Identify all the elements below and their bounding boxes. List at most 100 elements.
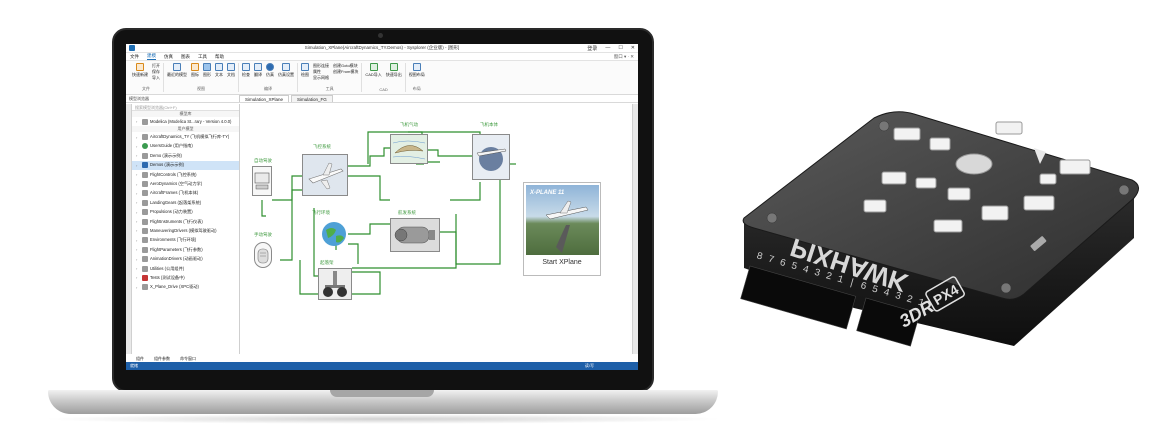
menu-help[interactable]: 帮助 bbox=[215, 54, 224, 60]
flight-system-block[interactable] bbox=[302, 154, 348, 196]
autopilot-block[interactable] bbox=[252, 166, 272, 196]
close-button[interactable]: ✕ bbox=[631, 45, 635, 52]
tab-component-params[interactable]: 组件参数 bbox=[154, 356, 170, 362]
chevron-right-icon[interactable]: › bbox=[136, 163, 140, 168]
svg-text:X-PLANE 11: X-PLANE 11 bbox=[529, 190, 565, 196]
show-grid-button[interactable]: 显示网格 bbox=[313, 75, 329, 81]
package-icon bbox=[142, 284, 148, 291]
chevron-right-icon[interactable]: › bbox=[136, 191, 140, 196]
diagram-view-button[interactable]: 图形 bbox=[203, 63, 211, 78]
chevron-right-icon[interactable]: › bbox=[136, 119, 140, 124]
status-bar: 就绪 读/写 bbox=[126, 362, 638, 370]
chevron-right-icon[interactable]: › bbox=[136, 200, 140, 205]
chevron-right-icon[interactable]: › bbox=[136, 135, 140, 140]
airframe-block[interactable] bbox=[472, 134, 510, 180]
sim-settings-button[interactable]: 仿真设置 bbox=[278, 63, 294, 78]
doc-view-button[interactable]: 文档 bbox=[227, 63, 235, 78]
ribbon-group-label: 工具 bbox=[325, 86, 334, 91]
diagram-canvas[interactable]: 自动驾驶 手动驾驶 飞控系统 飞机气动 飞机本体 飞行环境 航发系统 起落架 X… bbox=[240, 104, 632, 354]
menu-chart[interactable]: 图表 bbox=[181, 54, 190, 60]
start-xplane-panel[interactable]: X-PLANE 11 Start XPlane bbox=[523, 182, 601, 276]
tab-simulation-xplane[interactable]: Simulation_XPlane bbox=[239, 95, 290, 102]
maximize-button[interactable]: ☐ bbox=[618, 45, 622, 52]
package-icon bbox=[142, 190, 148, 197]
browser-item[interactable]: › Utilities (公用组件) bbox=[132, 264, 239, 273]
icon-view-button[interactable]: 图标 bbox=[191, 63, 199, 78]
ribbon-group-label: 编译 bbox=[264, 86, 272, 91]
xplane-splash-image: X-PLANE 11 bbox=[526, 185, 599, 255]
propulsion-block[interactable] bbox=[390, 218, 440, 252]
browser-item[interactable]: › LandingGears (起落架系统) bbox=[132, 198, 239, 207]
browser-item-label: ManeuveringDrivers (模拟驾驶驱动) bbox=[150, 227, 217, 233]
browser-item-label: Tests (测试设备中) bbox=[150, 274, 185, 280]
tab-simulation-fg[interactable]: Simulation_FG bbox=[291, 95, 333, 102]
browser-item[interactable]: › AircraftFrames (飞机本体) bbox=[132, 189, 239, 198]
cad-import-button[interactable]: CAD导入 bbox=[365, 63, 382, 78]
chevron-right-icon[interactable]: › bbox=[136, 182, 140, 187]
doc-view-icon bbox=[227, 63, 235, 71]
plot-button[interactable]: 绘图 bbox=[301, 63, 309, 78]
ribbon-group-label: 视图 bbox=[197, 86, 205, 91]
browser-item[interactable]: › Environments (飞行环境) bbox=[132, 236, 239, 245]
label-aero: 飞机气动 bbox=[400, 122, 418, 127]
view-layout-button[interactable]: 视图布局 bbox=[409, 63, 425, 78]
manual-block[interactable] bbox=[254, 242, 272, 268]
window-menu[interactable]: 窗口 ▾ · ✕ bbox=[614, 54, 634, 60]
translate-button[interactable]: 翻译 bbox=[254, 63, 262, 78]
menu-simulation[interactable]: 仿真 bbox=[164, 54, 173, 60]
chevron-right-icon[interactable]: › bbox=[136, 172, 140, 177]
simulate-button[interactable]: 仿真 bbox=[266, 63, 274, 78]
landing-gear-block[interactable] bbox=[318, 268, 352, 300]
bottom-panel-tabs: 组件 组件参数 命令窗口 bbox=[132, 355, 196, 362]
login-link[interactable]: 登录 bbox=[587, 45, 597, 52]
check-button[interactable]: 检查 bbox=[242, 63, 250, 78]
browser-item[interactable]: › AeroDynamics (空气动力学) bbox=[132, 179, 239, 188]
label-environment: 飞行环境 bbox=[312, 210, 330, 215]
create-from-button[interactable]: 创建From模块 bbox=[333, 69, 358, 75]
chevron-right-icon[interactable]: › bbox=[136, 153, 140, 158]
browser-item[interactable]: › Demo (演示示例) bbox=[132, 151, 239, 160]
right-dock-strip[interactable] bbox=[632, 104, 638, 354]
browser-item[interactable]: › Tests (测试设备中) bbox=[132, 273, 239, 282]
chevron-right-icon[interactable]: › bbox=[136, 238, 140, 243]
browser-item[interactable]: › Demos (演示示例) bbox=[132, 160, 239, 170]
aero-block[interactable] bbox=[390, 134, 428, 164]
browser-search-input[interactable]: 搜索模型浏览器(Ctrl+F) bbox=[132, 104, 239, 111]
chevron-right-icon[interactable]: › bbox=[136, 144, 140, 149]
connector-port bbox=[929, 137, 951, 151]
text-view-button[interactable]: 文本 bbox=[215, 63, 223, 78]
browser-item[interactable]: › FlightControls (飞控系统) bbox=[132, 170, 239, 179]
recent-models-button[interactable]: 最近的模型 bbox=[167, 63, 187, 78]
browser-item[interactable]: › FlightParameters (飞行参数) bbox=[132, 245, 239, 254]
browser-item[interactable]: › Propulsions (动力装置) bbox=[132, 208, 239, 217]
chevron-right-icon[interactable]: › bbox=[136, 285, 140, 290]
browser-item[interactable]: › FlightInstruments (飞行仪表) bbox=[132, 217, 239, 226]
browser-tree: › Modelica (Modelica St...rary - Version … bbox=[132, 117, 239, 292]
minimize-button[interactable]: — bbox=[605, 45, 610, 52]
chevron-right-icon[interactable]: › bbox=[136, 210, 140, 215]
browser-item[interactable]: › AircraftDynamics_TY (飞机模拟飞行库-TY) bbox=[132, 132, 239, 141]
chevron-right-icon[interactable]: › bbox=[136, 228, 140, 233]
quick-export-button[interactable]: 快速导出 bbox=[386, 63, 402, 78]
chevron-right-icon[interactable]: › bbox=[136, 219, 140, 224]
browser-item[interactable]: › Modelica (Modelica St...rary - Version … bbox=[132, 117, 239, 126]
tab-command-window[interactable]: 命令窗口 bbox=[180, 356, 196, 362]
chevron-right-icon[interactable]: › bbox=[136, 247, 140, 252]
menu-tools[interactable]: 工具 bbox=[198, 54, 207, 60]
environment-block[interactable] bbox=[320, 220, 348, 248]
menu-file[interactable]: 文件 bbox=[130, 54, 139, 60]
browser-item[interactable]: › ManeuveringDrivers (模拟驾驶驱动) bbox=[132, 226, 239, 235]
tab-components[interactable]: 组件 bbox=[136, 356, 144, 362]
quick-new-button[interactable]: 快速新建 bbox=[132, 63, 148, 78]
menu-modeling[interactable]: 建模 bbox=[147, 53, 156, 60]
chevron-right-icon[interactable]: › bbox=[136, 266, 140, 271]
laptop-shadow bbox=[40, 414, 726, 424]
browser-item[interactable]: › X_Plane_Drive (XPC驱动) bbox=[132, 283, 239, 292]
connector-port bbox=[893, 127, 921, 141]
chevron-right-icon[interactable]: › bbox=[136, 275, 140, 280]
browser-item[interactable]: › AnimationDrivers (动画驱动) bbox=[132, 254, 239, 263]
import-button[interactable]: 导入 bbox=[152, 75, 160, 81]
browser-item-label: FlightControls (飞控系统) bbox=[150, 171, 197, 177]
chevron-right-icon[interactable]: › bbox=[136, 257, 140, 262]
browser-item[interactable]: › UsersGuide (用户指南) bbox=[132, 142, 239, 151]
